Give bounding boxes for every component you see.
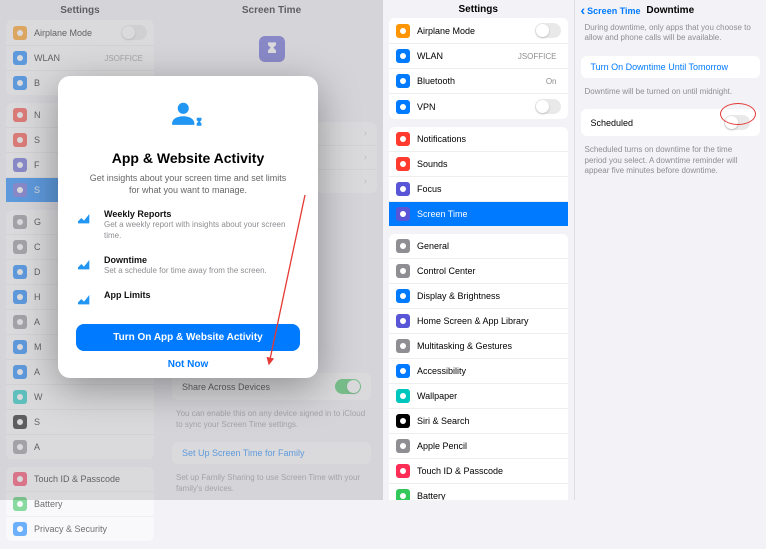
modal-subtitle: Get insights about your screen time and … [76, 172, 300, 196]
icon [396, 74, 410, 88]
icon [396, 157, 410, 171]
icon [396, 182, 410, 196]
row-label: Airplane Mode [417, 26, 535, 36]
row-label: Battery [34, 499, 147, 509]
row-label: Control Center [417, 266, 561, 276]
toggle[interactable] [535, 99, 561, 114]
activity-modal: App & Website Activity Get insights abou… [58, 76, 318, 378]
settings-row[interactable]: Home Screen & App Library [389, 309, 568, 334]
settings-row[interactable]: Focus [389, 177, 568, 202]
modal-title: App & Website Activity [112, 150, 264, 166]
highlight-circle [720, 103, 756, 125]
row-label: Privacy & Security [34, 524, 147, 534]
settings-row[interactable]: VPN [389, 94, 568, 119]
row-label: Display & Brightness [417, 291, 561, 301]
icon [396, 439, 410, 453]
icon [396, 132, 410, 146]
icon [396, 24, 410, 38]
settings-row[interactable]: General [389, 234, 568, 259]
icon [396, 389, 410, 403]
settings-row[interactable]: Siri & Search [389, 409, 568, 434]
settings-row[interactable]: Apple Pencil [389, 434, 568, 459]
settings-row[interactable]: Touch ID & Passcode [389, 459, 568, 484]
row-label: Focus [417, 184, 561, 194]
icon [396, 464, 410, 478]
row-label: Multitasking & Gestures [417, 341, 561, 351]
toggle[interactable] [535, 23, 561, 38]
row-label: Apple Pencil [417, 441, 561, 451]
icon [396, 364, 410, 378]
row-label: Home Screen & App Library [417, 316, 561, 326]
icon [396, 414, 410, 428]
page-title: Settings [383, 0, 574, 18]
icon [396, 339, 410, 353]
icon [396, 100, 410, 114]
feature-desc: Get a weekly report with insights about … [104, 220, 300, 241]
feature-row: Weekly ReportsGet a weekly report with i… [58, 202, 318, 248]
feature-title: Downtime [104, 255, 267, 265]
row-label: Battery [417, 491, 561, 500]
settings-row[interactable]: Sounds [389, 152, 568, 177]
settings-row[interactable]: BluetoothOn [389, 69, 568, 94]
not-now-button[interactable]: Not Now [58, 359, 318, 370]
feature-title: App Limits [104, 290, 151, 300]
row-label: Siri & Search [417, 416, 561, 426]
feature-desc: Set a schedule for time away from the sc… [104, 266, 267, 276]
settings-row[interactable]: Display & Brightness [389, 284, 568, 309]
row-label: Sounds [417, 159, 561, 169]
person-hourglass-icon [169, 98, 207, 136]
row-label: Accessibility [417, 366, 561, 376]
settings-row[interactable]: Wallpaper [389, 384, 568, 409]
settings-row[interactable]: Notifications [389, 127, 568, 152]
icon [396, 49, 410, 63]
icon [396, 489, 410, 500]
icon [396, 239, 410, 253]
row-value: JSOFFICE [518, 52, 557, 61]
icon [13, 522, 27, 536]
settings-row[interactable]: Airplane Mode [389, 18, 568, 44]
back-button[interactable]: Screen Time [581, 2, 641, 18]
row-label: Bluetooth [417, 76, 546, 86]
icon [396, 289, 410, 303]
settings-pane: Settings Airplane ModeWLANJSOFFICEBlueto… [383, 0, 575, 500]
settings-row[interactable]: Multitasking & Gestures [389, 334, 568, 359]
settings-row[interactable]: Privacy & Security [6, 517, 154, 541]
row-value: On [546, 77, 557, 86]
row-label: VPN [417, 102, 535, 112]
feature-row: DowntimeSet a schedule for time away fro… [58, 248, 318, 283]
row-label: Wallpaper [417, 391, 561, 401]
page-title: Downtime [646, 5, 694, 16]
action-desc: Downtime will be turned on until midnigh… [575, 84, 766, 103]
icon [396, 207, 410, 221]
downtime-desc: During downtime, only apps that you choo… [575, 20, 766, 50]
feature-title: Weekly Reports [104, 209, 300, 219]
turn-on-button[interactable]: Turn On App & Website Activity [76, 324, 300, 351]
row-label: General [417, 241, 561, 251]
settings-row[interactable]: Control Center [389, 259, 568, 284]
settings-row[interactable]: Accessibility [389, 359, 568, 384]
downtime-pane: Screen Time Downtime During downtime, on… [575, 0, 766, 500]
settings-row[interactable]: Battery [389, 484, 568, 500]
turn-on-downtime[interactable]: Turn On Downtime Until Tomorrow [581, 56, 761, 78]
icon [396, 264, 410, 278]
settings-row[interactable]: WLANJSOFFICE [389, 44, 568, 69]
feature-row: App Limits [58, 283, 318, 314]
row-label: Touch ID & Passcode [417, 466, 561, 476]
row-label: Screen Time [417, 209, 561, 219]
row-label: WLAN [417, 51, 518, 61]
settings-row[interactable]: Screen Time [389, 202, 568, 226]
sched-desc: Scheduled turns on downtime for the time… [575, 142, 766, 182]
row-label: Notifications [417, 134, 561, 144]
icon [396, 314, 410, 328]
